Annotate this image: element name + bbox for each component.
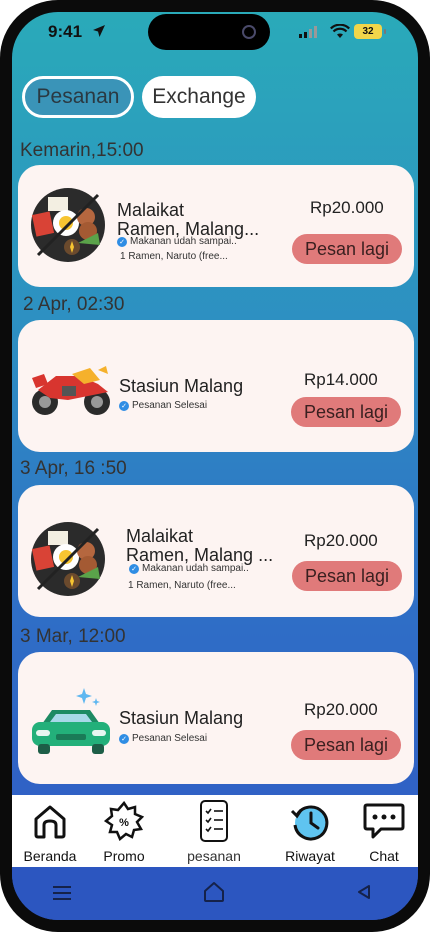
dynamic-island <box>148 14 270 50</box>
nav-label: pesanan <box>187 848 241 864</box>
order-price: Rp20.000 <box>304 700 378 719</box>
chat-icon <box>363 803 405 839</box>
home-icon <box>34 805 66 839</box>
order-card[interactable]: Stasiun Malang ✓ Pesanan Selesai Rp14.00… <box>18 320 414 452</box>
order-list-icon <box>200 800 228 842</box>
order-price: Rp20.000 <box>310 198 384 217</box>
merchant-name-line1: Malaikat <box>117 200 185 220</box>
order-status-text: Pesanan Selesai <box>132 733 208 744</box>
nav-label: Riwayat <box>285 848 335 864</box>
order-status: ✓ Makanan udah sampai.. <box>117 236 237 247</box>
location-arrow-icon <box>93 25 105 37</box>
order-status-text: Pesanan Selesai <box>132 400 208 411</box>
nav-chat[interactable]: Chat <box>356 795 412 867</box>
status-time: 9:41 <box>48 22 83 41</box>
nav-label: Beranda <box>23 848 77 864</box>
home-outline-icon[interactable] <box>203 881 225 903</box>
order-price: Rp14.000 <box>304 370 378 389</box>
order-status-text: Makanan udah sampai.. <box>130 236 237 247</box>
order-status: ✓ Pesanan Selesai <box>119 400 207 411</box>
ramen-bowl-icon <box>31 188 105 262</box>
reorder-button[interactable]: Pesan lagi <box>292 561 402 591</box>
app-screen: 9:41 32 Pesanan Exchange Kemarin,15:00 M… <box>12 12 418 920</box>
phone-frame: 9:41 32 Pesanan Exchange Kemarin,15:00 M… <box>0 0 430 932</box>
order-date: 3 Mar, 12:00 <box>20 626 126 647</box>
menu-icon[interactable] <box>52 885 72 901</box>
merchant-name-line1: Malaikat <box>126 526 194 546</box>
nav-pesanan[interactable]: pesanan <box>184 795 244 867</box>
reorder-button[interactable]: Pesan lagi <box>291 730 401 760</box>
verified-check-icon: ✓ <box>117 236 127 247</box>
order-card[interactable]: Stasiun Malang ✓ Pesanan Selesai Rp20.00… <box>18 652 414 784</box>
promo-badge-icon: % <box>104 801 144 841</box>
tab-exchange[interactable]: Exchange <box>142 76 256 118</box>
order-price: Rp20.000 <box>304 531 378 550</box>
nav-label: Chat <box>369 848 399 864</box>
nav-label: Promo <box>103 848 145 864</box>
camera-icon <box>242 25 256 39</box>
verified-check-icon: ✓ <box>119 400 129 411</box>
order-status: ✓ Pesanan Selesai <box>119 733 207 744</box>
svg-text:%: % <box>119 817 129 829</box>
order-status-text: Makanan udah sampai.. <box>142 563 249 574</box>
merchant-name-line1: Stasiun Malang <box>119 376 244 396</box>
nav-beranda[interactable]: Beranda <box>18 795 82 867</box>
order-date: 3 Apr, 16 :50 <box>20 458 127 479</box>
order-detail: 1 Ramen, Naruto (free... <box>120 251 228 262</box>
nav-riwayat[interactable]: Riwayat <box>278 795 342 867</box>
back-icon[interactable] <box>356 884 372 900</box>
motorcycle-icon <box>32 366 110 415</box>
verified-check-icon: ✓ <box>119 733 129 744</box>
system-nav-bar <box>12 867 418 920</box>
bottom-nav: Beranda % Promo pesanan Riwayat Chat <box>12 795 418 867</box>
car-icon <box>32 688 110 754</box>
order-date: 2 Apr, 02:30 <box>23 294 125 315</box>
reorder-button[interactable]: Pesan lagi <box>292 234 402 264</box>
merchant-name-line1: Stasiun Malang <box>119 708 244 728</box>
order-status: ✓ Makanan udah sampai.. <box>129 563 249 574</box>
wifi-icon <box>330 24 350 38</box>
tab-pesanan[interactable]: Pesanan <box>22 76 134 118</box>
order-card[interactable]: Malaikat Ramen, Malang ... ✓ Makanan uda… <box>18 485 414 617</box>
status-bar: 9:41 32 <box>12 12 418 62</box>
order-card[interactable]: Malaikat Ramen, Malang... ✓ Makanan udah… <box>18 165 414 287</box>
ramen-bowl-icon <box>31 522 105 596</box>
verified-check-icon: ✓ <box>129 563 139 574</box>
nav-promo[interactable]: % Promo <box>94 795 154 867</box>
order-date: Kemarin,15:00 <box>20 140 144 161</box>
order-detail: 1 Ramen, Naruto (free... <box>128 580 236 591</box>
battery-indicator: 32 <box>354 24 386 39</box>
history-icon <box>290 805 329 841</box>
signal-icon <box>299 26 317 38</box>
reorder-button[interactable]: Pesan lagi <box>291 397 401 427</box>
